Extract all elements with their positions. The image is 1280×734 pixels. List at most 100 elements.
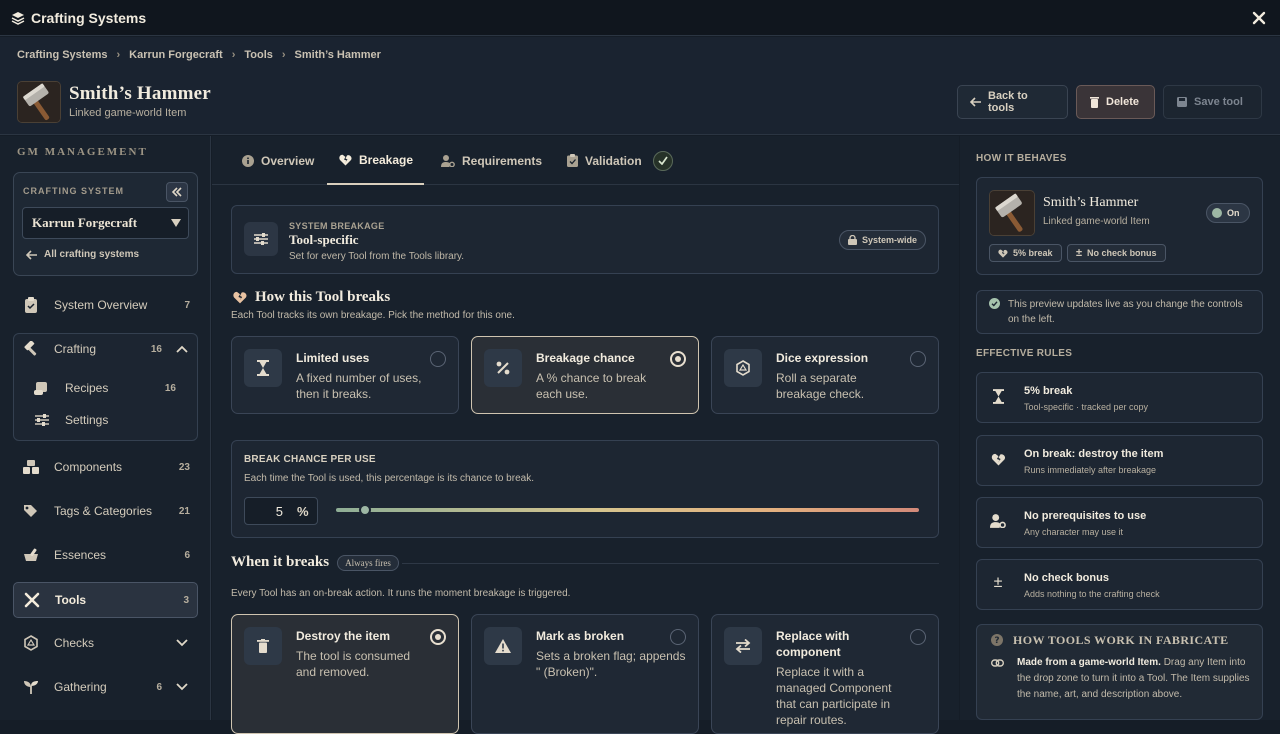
option-radio[interactable] xyxy=(670,629,686,645)
rule-desc: Runs immediately after breakage xyxy=(1024,465,1157,475)
option-replace-component[interactable]: Replace with component Replace it with a… xyxy=(711,614,939,734)
break-chance-slider[interactable] xyxy=(336,504,919,516)
mortar-icon xyxy=(22,546,40,564)
option-dice-expression[interactable]: Dice expression Roll a separate breakage… xyxy=(711,336,939,414)
sidebar-item-essences[interactable]: Essences 6 xyxy=(13,538,198,572)
sidebar-item-settings[interactable]: Settings xyxy=(24,403,194,437)
option-mark-broken[interactable]: Mark as broken Sets a broken flag; appen… xyxy=(471,614,699,734)
sidebar-item-checks[interactable]: Checks xyxy=(13,626,198,660)
breadcrumb-item[interactable]: Tools xyxy=(244,49,273,61)
option-desc: Roll a separate breakage check. xyxy=(776,371,865,401)
user-gear-icon xyxy=(441,154,455,167)
rule-title: No check bonus xyxy=(1024,572,1109,584)
effective-rules-heading: EFFECTIVE RULES xyxy=(976,348,1073,359)
percent-icon xyxy=(484,349,522,387)
toggle-knob xyxy=(1212,208,1222,218)
chip-label: No check bonus xyxy=(1087,248,1157,258)
option-title: Dice expression xyxy=(776,351,869,365)
sidebar-item-system-overview[interactable]: System Overview 7 xyxy=(13,288,198,322)
arrow-left-icon xyxy=(970,97,982,107)
all-crafting-systems-link[interactable]: All crafting systems xyxy=(26,249,139,260)
how-tools-work-title: HOW TOOLS WORK IN FABRICATE xyxy=(1013,633,1229,647)
back-label: Back to tools xyxy=(988,90,1028,114)
sidebar-item-tags-categories[interactable]: Tags & Categories 21 xyxy=(13,494,198,528)
option-radio[interactable] xyxy=(910,351,926,367)
sidebar-item-crafting[interactable]: Crafting 16 xyxy=(13,332,198,366)
breadcrumb-item[interactable]: Karrun Forgecraft xyxy=(129,49,223,61)
tab-overview[interactable]: Overview xyxy=(230,136,326,185)
how-breaks-desc: Each Tool tracks its own breakage. Pick … xyxy=(231,310,515,321)
how-breaks-title-text: How this Tool breaks xyxy=(255,289,391,305)
crafting-system-box: CRAFTING SYSTEM Karrun Forgecraft All cr… xyxy=(13,172,198,276)
option-title: Destroy the item xyxy=(296,629,391,643)
tab-validation[interactable]: Validation xyxy=(555,136,685,185)
break-chance-label: BREAK CHANCE PER USE xyxy=(244,454,376,465)
hammer-item-image xyxy=(989,190,1035,236)
option-limited-uses[interactable]: Limited uses A fixed number of uses, the… xyxy=(231,336,459,414)
system-breakage-desc: Set for every Tool from the Tools librar… xyxy=(289,251,465,262)
option-radio[interactable] xyxy=(670,351,686,367)
sidebar-item-count: 21 xyxy=(178,505,190,517)
sprout-icon xyxy=(22,678,40,696)
sidebar-item-count: 3 xyxy=(183,594,189,606)
caret-down-icon xyxy=(171,218,181,228)
link-icon xyxy=(991,658,1004,668)
chevron-down-icon[interactable] xyxy=(176,639,188,647)
save-tool-button[interactable]: Save tool xyxy=(1163,85,1262,119)
system-breakage-panel: SYSTEM BREAKAGE Tool-specific Set for ev… xyxy=(231,205,939,274)
back-to-tools-button[interactable]: Back to tools xyxy=(957,85,1068,119)
heart-broken-icon xyxy=(998,249,1008,258)
option-radio[interactable] xyxy=(430,629,446,645)
option-desc: A % chance to break each use. xyxy=(536,371,647,401)
heart-broken-icon xyxy=(989,450,1007,468)
option-destroy-item[interactable]: Destroy the item The tool is consumed an… xyxy=(231,614,459,734)
chevron-down-icon[interactable] xyxy=(176,683,188,691)
when-breaks-title: When it breaks Always fires xyxy=(231,554,399,571)
tags-icon xyxy=(22,502,40,520)
rule-check-bonus: ± No check bonus Adds nothing to the cra… xyxy=(976,559,1263,610)
tab-label: Breakage xyxy=(359,152,414,167)
collapse-sidebar-button[interactable] xyxy=(166,182,188,202)
preview-card: Smith’s Hammer Linked game-world Item On… xyxy=(976,177,1263,275)
floppy-icon xyxy=(1176,96,1188,108)
preview-note: This preview updates live as you change … xyxy=(976,290,1263,334)
sidebar-item-recipes[interactable]: Recipes 16 xyxy=(24,371,194,405)
layers-icon xyxy=(11,11,25,25)
option-radio[interactable] xyxy=(430,351,446,367)
delete-button[interactable]: Delete xyxy=(1076,85,1155,119)
boxes-icon xyxy=(22,458,40,476)
how-tools-work-card: ? HOW TOOLS WORK IN FABRICATE Made from … xyxy=(976,624,1263,720)
question-icon: ? xyxy=(991,634,1003,646)
check-circle-icon xyxy=(989,298,1000,309)
option-title: Mark as broken xyxy=(536,629,625,643)
break-chance-input[interactable]: 5 % xyxy=(244,497,318,525)
break-chance-desc: Each time the Tool is used, this percent… xyxy=(244,473,534,484)
sidebar-item-tools[interactable]: Tools 3 xyxy=(13,582,198,618)
user-gear-icon xyxy=(989,512,1007,530)
sidebar-item-label: Crafting xyxy=(54,342,97,356)
chevron-right-icon: › xyxy=(116,49,121,61)
sidebar-section-title: GM MANAGEMENT xyxy=(17,146,148,158)
preview-toggle[interactable]: On xyxy=(1206,203,1250,223)
option-desc: A fixed number of uses, then it breaks. xyxy=(296,371,422,401)
option-breakage-chance[interactable]: Breakage chance A % chance to break each… xyxy=(471,336,699,414)
chevrons-left-icon xyxy=(171,187,183,197)
breadcrumb-item[interactable]: Crafting Systems xyxy=(17,49,107,61)
tab-breakage[interactable]: Breakage xyxy=(327,136,424,185)
crafting-system-select[interactable]: Karrun Forgecraft xyxy=(22,207,189,239)
preview-note-text: This preview updates live as you change … xyxy=(1008,299,1243,325)
slider-thumb[interactable] xyxy=(359,504,372,516)
chevron-right-icon: › xyxy=(281,49,286,61)
system-breakage-eyebrow: SYSTEM BREAKAGE xyxy=(289,221,385,231)
chevron-up-icon[interactable] xyxy=(176,345,188,353)
title-bar: Crafting Systems xyxy=(0,0,1280,36)
svg-text:?: ? xyxy=(994,636,999,646)
plus-minus-icon: ± xyxy=(993,574,1003,591)
sidebar-item-label: Settings xyxy=(65,413,109,427)
sidebar-item-components[interactable]: Components 23 xyxy=(13,450,198,484)
rule-prerequisites: No prerequisites to use Any character ma… xyxy=(976,497,1263,548)
tab-requirements[interactable]: Requirements xyxy=(429,136,554,185)
sidebar-item-gathering[interactable]: Gathering 6 xyxy=(13,670,198,704)
close-icon[interactable] xyxy=(1250,9,1268,27)
option-radio[interactable] xyxy=(910,629,926,645)
